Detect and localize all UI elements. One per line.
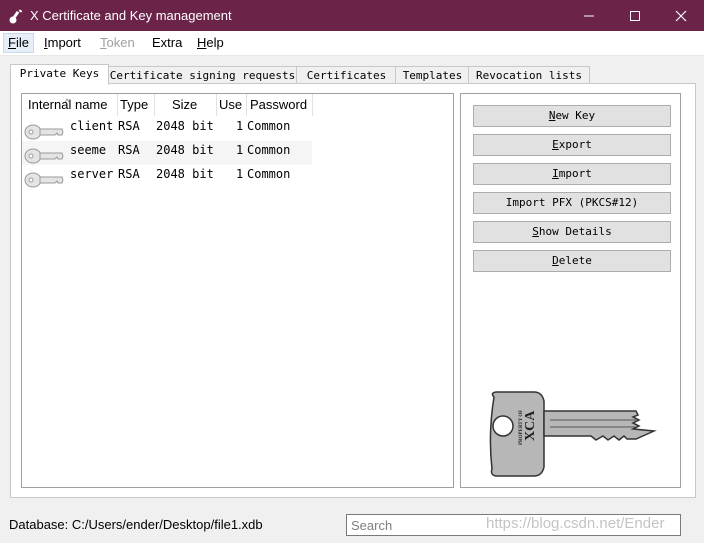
column-header-use[interactable]: Use (216, 94, 247, 116)
table-row[interactable]: server RSA 2048 bit 1 Common (22, 165, 312, 189)
minimize-button[interactable] (566, 0, 612, 31)
menu-bar: File Import Token Extra Help (0, 31, 704, 56)
cell-use: 1 (236, 167, 244, 181)
table-row[interactable]: client RSA 2048 bit 1 Common (22, 117, 312, 141)
column-header-label: Internal name (28, 97, 108, 112)
cell-password: Common (247, 143, 291, 157)
close-button[interactable] (658, 0, 704, 31)
cell-size: 2048 bit (156, 119, 214, 133)
tab-certificates[interactable]: Certificates (296, 66, 397, 84)
cell-internal-name: seeme (70, 143, 107, 157)
cell-internal-name: client (70, 119, 114, 133)
menu-extra[interactable]: Extra (148, 34, 186, 52)
app-key-icon (9, 9, 23, 24)
action-panel: New Key Export Import Import PFX (PKCS#1… (460, 93, 681, 488)
new-key-button[interactable]: New Key (473, 105, 671, 127)
minimize-icon (584, 15, 594, 16)
menu-help[interactable]: Help (193, 34, 228, 52)
window-title: X Certificate and Key management (30, 8, 232, 23)
maximize-icon (630, 10, 640, 21)
export-button[interactable]: Export (473, 134, 671, 156)
tab-private-keys[interactable]: Private Keys (10, 64, 109, 85)
xca-key-logo: PROPERTY OF XCA (489, 391, 657, 477)
key-icon (24, 148, 64, 164)
key-logo-brand: XCA (523, 410, 538, 441)
table-row[interactable]: seeme RSA 2048 bit 1 Common (22, 141, 312, 165)
key-icon (24, 124, 64, 140)
tab-templates[interactable]: Templates (395, 66, 470, 84)
cell-password: Common (247, 119, 291, 133)
tab-revocation-lists[interactable]: Revocation lists (468, 66, 590, 84)
key-list[interactable]: ^ Internal name Type Size Use Password c… (21, 93, 454, 488)
delete-button[interactable]: Delete (473, 250, 671, 272)
import-pfx-button[interactable]: Import PFX (PKCS#12) (473, 192, 671, 214)
cell-password: Common (247, 167, 291, 181)
column-header-label: Use (219, 97, 243, 112)
menu-file[interactable]: File (3, 33, 34, 53)
column-header-label: Type (120, 97, 149, 112)
column-header-internal-name[interactable]: ^ Internal name (22, 94, 118, 116)
import-button[interactable]: Import (473, 163, 671, 185)
cell-size: 2048 bit (156, 143, 214, 157)
search-input[interactable] (346, 514, 681, 536)
maximize-button[interactable] (612, 0, 658, 31)
cell-use: 1 (236, 143, 244, 157)
column-header-size[interactable]: Size (154, 94, 217, 116)
menu-token[interactable]: Token (96, 34, 139, 52)
column-header-type[interactable]: Type (117, 94, 155, 116)
cell-type: RSA (118, 167, 140, 181)
column-header-label: Size (172, 97, 198, 112)
column-header-password[interactable]: Password (246, 94, 313, 116)
cell-use: 1 (236, 119, 244, 133)
close-icon (675, 10, 687, 21)
title-bar: X Certificate and Key management (0, 0, 704, 31)
cell-type: RSA (118, 143, 140, 157)
cell-size: 2048 bit (156, 167, 214, 181)
key-icon (24, 172, 64, 188)
tab-certificate-signing-requests[interactable]: Certificate signing requests (107, 66, 298, 84)
show-details-button[interactable]: Show Details (473, 221, 671, 243)
cell-type: RSA (118, 119, 140, 133)
menu-import[interactable]: Import (40, 34, 85, 52)
column-header-label: Password (250, 97, 308, 112)
cell-internal-name: server (70, 167, 114, 181)
database-path: Database: C:/Users/ender/Desktop/file1.x… (9, 517, 263, 532)
